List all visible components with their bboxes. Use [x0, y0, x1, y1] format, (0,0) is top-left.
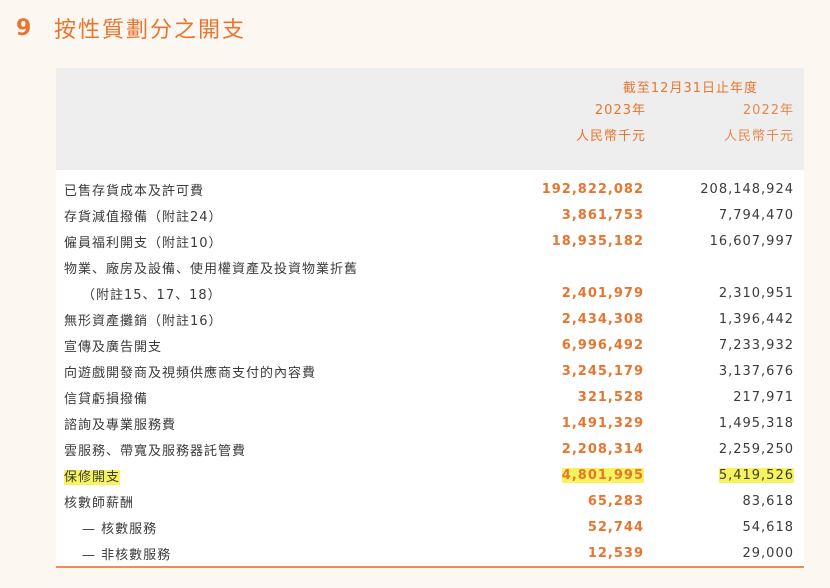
value-2022: 54,618	[742, 519, 794, 535]
value-2022: 7,794,470	[718, 207, 794, 223]
table-row: 諮詢及專業服務費 1,491,329 1,495,318	[56, 410, 804, 436]
table-row: 宣傳及廣告開支 6,996,492 7,233,932	[56, 332, 804, 358]
row-label: 雲服務、帶寬及服務器託管費	[64, 443, 247, 459]
table-body: 已售存貨成本及許可費 192,822,082 208,148,924 存貨減值撥…	[56, 170, 804, 568]
table-row: 核數師薪酬 65,283 83,618	[56, 488, 804, 514]
table-row: 物業、廠房及設備、使用權資產及投資物業折舊	[56, 254, 804, 280]
value-2022: 1,495,318	[718, 415, 794, 431]
column-year-2023: 2023年	[594, 103, 646, 118]
value-2022: 1,396,442	[718, 311, 794, 327]
column-header-2023: 2023年 人民幣千元	[486, 98, 646, 150]
value-2023: 6,996,492	[561, 337, 644, 353]
column-unit-2022: 人民幣千元	[723, 129, 794, 144]
period-label: 截至12月31日止年度	[622, 81, 758, 96]
table-row-warranty: 保修開支 4,801,995 5,419,526	[56, 462, 804, 488]
value-2022-highlighted: 5,419,526	[718, 467, 794, 483]
value-2023: 2,401,979	[561, 285, 644, 301]
row-label: 信貸虧損撥備	[64, 391, 149, 407]
value-2022: 7,233,932	[718, 337, 794, 353]
table-header: 截至12月31日止年度 2023年 人民幣千元 2022年 人民幣千元	[56, 68, 804, 170]
row-label: 諮詢及專業服務費	[64, 417, 177, 433]
section-heading: 9 按性質劃分之開支	[16, 12, 246, 44]
value-2023: 18,935,182	[551, 233, 644, 249]
row-label: （附註15、17、18）	[82, 287, 222, 303]
row-label: — 核數服務	[82, 521, 158, 537]
column-year-2022: 2022年	[742, 103, 794, 118]
row-label: 向遊戲開發商及視頻供應商支付的內容費	[64, 365, 317, 381]
row-label-highlighted: 保修開支	[64, 469, 121, 485]
table-row: 存貨減值撥備（附註24） 3,861,753 7,794,470	[56, 202, 804, 228]
table-row: 無形資產攤銷（附註16） 2,434,308 1,396,442	[56, 306, 804, 332]
value-2022: 83,618	[742, 493, 794, 509]
row-label: 僱員福利開支（附註10）	[64, 235, 223, 251]
row-label: 核數師薪酬	[64, 495, 135, 511]
value-2023: 52,744	[587, 519, 644, 535]
value-2022: 2,310,951	[718, 285, 794, 301]
value-2022: 16,607,997	[709, 233, 794, 249]
row-label: — 非核數服務	[82, 547, 172, 563]
row-label: 存貨減值撥備（附註24）	[64, 209, 223, 225]
table-row: 向遊戲開發商及視頻供應商支付的內容費 3,245,179 3,137,676	[56, 358, 804, 384]
row-label: 物業、廠房及設備、使用權資產及投資物業折舊	[64, 261, 359, 277]
value-2023: 3,861,753	[561, 207, 644, 223]
value-2023: 12,539	[587, 545, 644, 561]
value-2023: 1,491,329	[561, 415, 644, 431]
value-2023: 2,434,308	[561, 311, 644, 327]
value-2023: 321,528	[577, 389, 644, 405]
row-label: 已售存貨成本及許可費	[64, 183, 205, 199]
table-row: 已售存貨成本及許可費 192,822,082 208,148,924	[56, 176, 804, 202]
table-row: — 非核數服務 12,539 29,000	[56, 540, 804, 566]
column-header-2022: 2022年 人民幣千元	[634, 98, 794, 150]
value-2022: 217,971	[733, 389, 794, 405]
value-2023: 3,245,179	[561, 363, 644, 379]
value-2023: 2,208,314	[561, 441, 644, 457]
table-row: 僱員福利開支（附註10） 18,935,182 16,607,997	[56, 228, 804, 254]
row-label: 宣傳及廣告開支	[64, 339, 163, 355]
value-2022: 3,137,676	[718, 363, 794, 379]
value-2022: 208,148,924	[700, 181, 794, 197]
table-row: （附註15、17、18） 2,401,979 2,310,951	[56, 280, 804, 306]
table-row: — 核數服務 52,744 54,618	[56, 514, 804, 540]
row-label: 無形資產攤銷（附註16）	[64, 313, 223, 329]
value-2023: 65,283	[587, 493, 644, 509]
value-2022: 2,259,250	[718, 441, 794, 457]
value-2022: 29,000	[742, 545, 794, 561]
table-row: 信貸虧損撥備 321,528 217,971	[56, 384, 804, 410]
value-2023-highlighted: 4,801,995	[561, 467, 644, 483]
section-number: 9	[16, 15, 34, 41]
column-unit-2023: 人民幣千元	[575, 129, 646, 144]
table-row: 雲服務、帶寬及服務器託管費 2,208,314 2,259,250	[56, 436, 804, 462]
expenses-table: 截至12月31日止年度 2023年 人民幣千元 2022年 人民幣千元 已售存貨…	[56, 68, 804, 568]
section-title: 按性質劃分之開支	[54, 18, 247, 43]
value-2023: 192,822,082	[541, 181, 644, 197]
